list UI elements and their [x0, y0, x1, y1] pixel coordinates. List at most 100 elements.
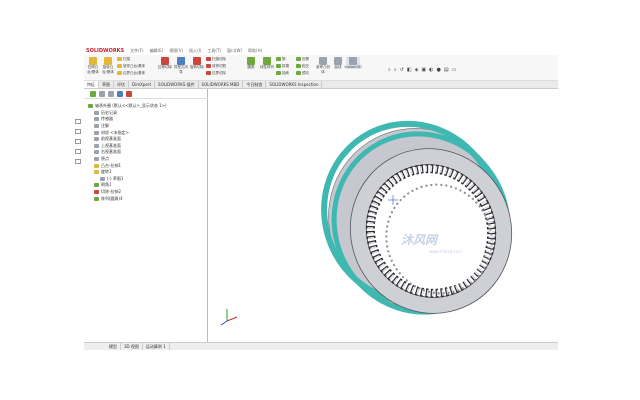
- tree-node[interactable]: 切除-拉伸2: [88, 189, 206, 196]
- tab-motion-study[interactable]: 运动算例 1: [143, 343, 170, 350]
- revolve-boss-button[interactable]: 旋转凸台/基体: [101, 57, 115, 75]
- draft-button[interactable]: 拔模: [276, 63, 289, 69]
- tree-node[interactable]: 阵列(圆周)4: [88, 195, 206, 202]
- property-manager-icon[interactable]: [99, 90, 105, 97]
- tree-node[interactable]: 凸台-拉伸1: [88, 162, 206, 169]
- tree-node-icon: [94, 183, 99, 188]
- sweep-cut-button[interactable]: 扫描切除: [206, 56, 226, 62]
- graphics-area[interactable]: 沐风网 www.mfcad.com: [209, 89, 558, 342]
- tab-manufacturing[interactable]: 今日制造: [243, 81, 267, 88]
- bottom-tabs: 模型 3D 视图 运动算例 1: [84, 342, 558, 350]
- tree-node[interactable]: 轴承外圈 (默认<<默认>_显示状态 1>): [88, 103, 206, 110]
- view-orientation-icon[interactable]: ◈: [415, 67, 419, 73]
- loft-icon: [117, 64, 122, 68]
- instant3d-button[interactable]: Instant3D: [344, 57, 362, 69]
- previous-view-icon[interactable]: ↺: [400, 67, 404, 73]
- revolve-cut-button[interactable]: 旋转切除: [190, 57, 204, 70]
- features-small-group-1: 筋 拔模 抽壳: [276, 56, 289, 76]
- manager-tabs: [84, 89, 208, 99]
- feature-manager-pane: 轴承外圈 (默认<<默认>_显示状态 1>) 历史记录 传感器 注解 材质 <未指定> 前…: [75, 89, 208, 342]
- sweep-button[interactable]: 扫描: [117, 56, 145, 62]
- revolve-cut-icon: [193, 57, 201, 65]
- draft-icon: [276, 64, 281, 68]
- tree-node-label: 注解: [101, 123, 109, 129]
- tree-node[interactable]: 右视基准面: [88, 149, 206, 156]
- tab-sketch[interactable]: 草图: [99, 81, 114, 88]
- tree-node-label: 阵列(圆周)4: [101, 195, 123, 201]
- intersect-button[interactable]: 相交: [296, 63, 309, 69]
- menu-window[interactable]: 窗口(W): [227, 48, 242, 54]
- scene-icon[interactable]: ▤: [444, 67, 449, 73]
- extrude-boss-button[interactable]: 拉伸凸台/基体: [86, 57, 100, 75]
- loft-cut-button[interactable]: 放样切割: [206, 63, 226, 69]
- zoom-area-icon[interactable]: ⌕: [394, 67, 397, 73]
- menu-insert[interactable]: 插入(I): [189, 48, 201, 54]
- tab-model[interactable]: 模型: [106, 343, 121, 350]
- hole-wizard-button[interactable]: 异型孔向导: [174, 57, 188, 75]
- side-tool-icon[interactable]: [75, 139, 81, 144]
- section-view-icon[interactable]: ◧: [407, 67, 412, 73]
- curves-button[interactable]: 曲线: [331, 57, 345, 70]
- display-manager-icon[interactable]: [126, 90, 132, 97]
- zoom-to-fit-icon[interactable]: ⌕: [388, 67, 391, 73]
- tree-node[interactable]: 原点: [88, 156, 206, 163]
- wrap-icon: [296, 57, 301, 61]
- view-settings-icon[interactable]: ▭: [452, 67, 457, 73]
- watermark-url: www.mfcad.com: [429, 249, 463, 254]
- display-style-icon[interactable]: ▣: [421, 67, 426, 73]
- side-tool-icon[interactable]: [75, 159, 81, 164]
- heads-up-view-toolbar: ⌕ ⌕ ↺ ◧ ◈ ▣ ◐ ● ▤ ▭: [388, 67, 456, 73]
- tree-node[interactable]: 前视基准面: [88, 136, 206, 143]
- bearing-model-view[interactable]: [209, 89, 558, 342]
- tab-3d-views[interactable]: 3D 视图: [121, 343, 143, 350]
- tree-node[interactable]: 倒角1: [88, 182, 206, 189]
- boundary-cut-button[interactable]: 边界切除: [206, 70, 226, 76]
- loft-button[interactable]: 放样凸台/基体: [117, 63, 145, 69]
- mirror-button[interactable]: 镜向: [296, 70, 309, 76]
- fillet-button[interactable]: 圆角: [244, 57, 258, 70]
- tab-mbd[interactable]: SOLIDWORKS MBD: [199, 81, 244, 88]
- appearance-icon[interactable]: ●: [437, 67, 441, 73]
- shell-button[interactable]: 抽壳: [276, 70, 289, 76]
- tree-node-icon: [94, 157, 99, 162]
- curves-icon: [334, 57, 342, 65]
- tree-node-icon: [94, 130, 99, 135]
- dimxpert-manager-icon[interactable]: [117, 90, 123, 97]
- tree-node[interactable]: 旋转1: [88, 169, 206, 176]
- instant3d-icon: [349, 57, 357, 65]
- rib-button[interactable]: 筋: [276, 56, 289, 62]
- rib-icon: [276, 57, 281, 61]
- feature-manager-icon[interactable]: [90, 90, 96, 97]
- tree-node[interactable]: 注解: [88, 123, 206, 130]
- extrude-cut-button[interactable]: 拉伸切除: [158, 57, 172, 70]
- side-tool-icon[interactable]: [75, 129, 81, 134]
- menu-tools[interactable]: 工具(T): [207, 48, 221, 54]
- tab-addins[interactable]: SOLIDWORKS 插件: [155, 81, 199, 88]
- menu-edit[interactable]: 编辑(E): [150, 48, 164, 54]
- menu-view[interactable]: 视图(V): [169, 48, 183, 54]
- tree-node-icon: [94, 190, 99, 195]
- tab-inspection[interactable]: SOLIDWORKS Inspection: [266, 81, 323, 88]
- menu-file[interactable]: 文件(F): [130, 48, 143, 54]
- tab-evaluate[interactable]: 评估: [114, 81, 129, 88]
- reference-geometry-button[interactable]: 参考几何体: [316, 57, 330, 75]
- boundary-boss-button[interactable]: 边界凸台/基体: [117, 70, 145, 76]
- tree-node[interactable]: 传感器: [88, 116, 206, 123]
- tab-dimxpert[interactable]: DimXpert: [129, 81, 156, 88]
- side-tool-icon[interactable]: [75, 119, 81, 124]
- hide-show-icon[interactable]: ◐: [429, 67, 433, 73]
- tree-node[interactable]: 材质 <未指定>: [88, 129, 206, 136]
- tree-node-icon: [94, 124, 99, 129]
- shell-icon: [276, 71, 281, 75]
- bearing-outer-ring-model[interactable]: [293, 93, 541, 342]
- tab-features[interactable]: 特征: [84, 81, 99, 88]
- side-tool-icon[interactable]: [75, 149, 81, 154]
- menu-help[interactable]: 帮助(H): [248, 48, 262, 54]
- loft-cut-icon: [206, 64, 211, 68]
- tree-node-icon: [94, 163, 99, 168]
- wrap-button[interactable]: 包覆: [296, 56, 309, 62]
- linear-pattern-button[interactable]: 线性阵列: [260, 57, 274, 70]
- configuration-manager-icon[interactable]: [108, 90, 114, 97]
- boundary-boss-icon: [117, 71, 122, 75]
- features-small-group-2: 包覆 相交 镜向: [296, 56, 309, 76]
